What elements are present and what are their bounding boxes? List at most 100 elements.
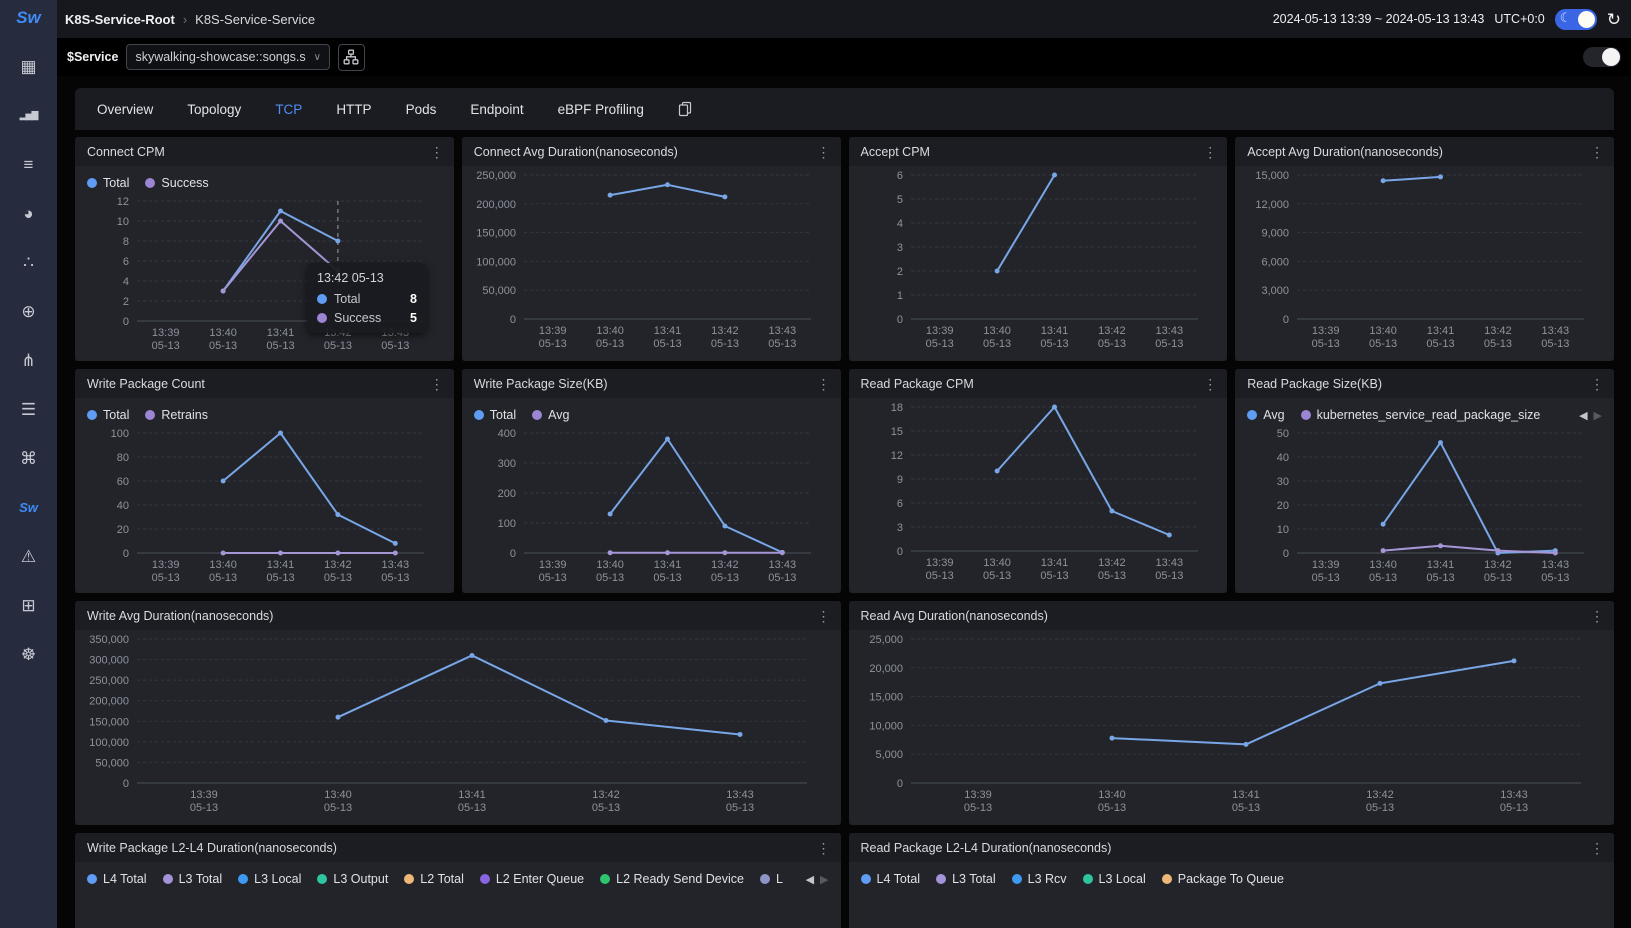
svg-text:13:40: 13:40 (1370, 325, 1398, 337)
svg-text:13:42: 13:42 (1484, 325, 1512, 337)
skywalking-logo[interactable]: Sw (16, 0, 41, 42)
svg-text:13:43: 13:43 (1155, 325, 1183, 337)
service-topology-button[interactable] (338, 44, 365, 71)
timezone[interactable]: UTC+0:0 (1494, 12, 1544, 26)
legend-item[interactable]: Avg (532, 408, 569, 422)
svg-text:05-13: 05-13 (726, 802, 754, 814)
svg-text:05-13: 05-13 (152, 572, 180, 584)
alert-icon: ⚠ (21, 547, 36, 567)
legend-item[interactable]: L3 Total (936, 872, 996, 886)
legend-next-icon[interactable]: ▶ (820, 873, 828, 886)
sidebar-item-alarm[interactable]: ⚠ (0, 532, 57, 581)
copy-dashboard-icon[interactable] (678, 101, 692, 117)
legend-prev-icon[interactable]: ◀ (806, 873, 814, 886)
svg-text:60: 60 (117, 476, 129, 488)
legend-item[interactable]: Retrains (145, 408, 208, 422)
sidebar-item-dashboard[interactable]: ▦ (0, 42, 57, 91)
service-variable-label: $Service (67, 50, 118, 64)
legend-item[interactable]: L (760, 872, 783, 886)
chart-card-write-package-count: Write Package Count⋮TotalRetrains0204060… (75, 369, 454, 593)
chart-card-read-package-cpm: Read Package CPM⋮036912151813:3905-1313:… (849, 369, 1228, 593)
database-layers-icon: ≡ (24, 155, 34, 175)
legend-item[interactable]: kubernetes_service_read_package_size (1301, 408, 1541, 422)
breadcrumb-current[interactable]: K8S-Service-Service (195, 12, 315, 27)
legend-item[interactable]: Success (145, 176, 208, 190)
legend-item[interactable]: L3 Local (1083, 872, 1146, 886)
legend-dot-icon (1301, 410, 1311, 420)
chart-menu-icon[interactable]: ⋮ (1590, 609, 1604, 623)
tab-overview[interactable]: Overview (97, 102, 153, 117)
legend-item[interactable]: Total (474, 408, 516, 422)
legend-item[interactable]: L3 Local (238, 872, 301, 886)
legend-item[interactable]: Package To Queue (1162, 872, 1284, 886)
svg-text:200,000: 200,000 (89, 696, 129, 708)
legend-item[interactable]: L3 Total (163, 872, 223, 886)
breadcrumb-root[interactable]: K8S-Service-Root (65, 12, 175, 27)
chart-menu-icon[interactable]: ⋮ (817, 609, 831, 623)
legend-item[interactable]: L3 Output (317, 872, 388, 886)
sidebar-item-cluster[interactable]: ⋔ (0, 336, 57, 385)
moon-icon: ☾ (1560, 10, 1572, 26)
legend-item[interactable]: L4 Total (861, 872, 921, 886)
svg-text:05-13: 05-13 (1541, 338, 1569, 350)
service-select[interactable]: skywalking-showcase::songs.s ∨ (126, 44, 330, 70)
dark-mode-toggle[interactable]: ☾ (1555, 9, 1597, 30)
sidebar-item-settings[interactable]: ☸ (0, 630, 57, 679)
aux-toggle[interactable] (1583, 47, 1621, 67)
chart-legend: Avg kubernetes_service_read_package_size ◀… (1247, 399, 1602, 425)
tab-ebpf-profiling[interactable]: eBPF Profiling (558, 102, 644, 117)
tab-pods[interactable]: Pods (406, 102, 437, 117)
legend-item[interactable]: L2 Ready Send Device (600, 872, 744, 886)
legend-item[interactable]: L4 Total (87, 872, 147, 886)
sidebar-item-bar-chart[interactable]: ▂▅▇ (0, 91, 57, 140)
tab-http[interactable]: HTTP (336, 102, 371, 117)
chart-menu-icon[interactable]: ⋮ (1203, 377, 1217, 391)
chart-plot: 05,00010,00015,00020,00025,00013:3905-13… (861, 631, 1593, 817)
chart-menu-icon[interactable]: ⋮ (1590, 841, 1604, 855)
legend-dot-icon (600, 874, 610, 884)
chart-menu-icon[interactable]: ⋮ (430, 377, 444, 391)
legend-item[interactable]: L2 Total (404, 872, 464, 886)
sidebar-item-scatter[interactable]: ∴ (0, 238, 57, 287)
sidebar-item-donut[interactable]: ◕ (0, 189, 57, 238)
legend-prev-icon[interactable]: ◀ (1579, 409, 1587, 422)
svg-text:05-13: 05-13 (925, 570, 953, 582)
chart-menu-icon[interactable]: ⋮ (430, 145, 444, 159)
tab-endpoint[interactable]: Endpoint (470, 102, 523, 117)
legend-item[interactable]: Avg (1247, 408, 1284, 422)
legend-item[interactable]: L3 Rcv (1012, 872, 1067, 886)
svg-text:13:40: 13:40 (596, 325, 624, 337)
chart-title: Connect CPM (87, 145, 165, 159)
sidebar-item-marketplace[interactable]: ⊞ (0, 581, 57, 630)
chart-menu-icon[interactable]: ⋮ (1203, 145, 1217, 159)
chart-menu-icon[interactable]: ⋮ (817, 145, 831, 159)
svg-text:13:41: 13:41 (267, 559, 295, 571)
legend-item[interactable]: Total (87, 176, 129, 190)
svg-text:3,000: 3,000 (1262, 285, 1290, 297)
tab-tcp[interactable]: TCP (275, 102, 302, 117)
sidebar-item-topology[interactable]: ⌘ (0, 434, 57, 483)
svg-text:12: 12 (890, 450, 902, 462)
chart-menu-icon[interactable]: ⋮ (817, 841, 831, 855)
sidebar-item-list[interactable]: ☰ (0, 385, 57, 434)
refresh-icon[interactable]: ↻ (1607, 11, 1621, 28)
bar-chart-icon: ▂▅▇ (20, 110, 38, 121)
chart-card-connect-cpm: Connect CPM⋮TotalSuccess02468101213:3905… (75, 137, 454, 361)
svg-text:50: 50 (1277, 428, 1289, 440)
chart-plot: 0102030405013:3905-1313:4005-1313:4105-1… (1247, 425, 1596, 587)
chart-menu-icon[interactable]: ⋮ (1590, 377, 1604, 391)
legend-item[interactable]: L2 Enter Queue (480, 872, 584, 886)
svg-text:13:43: 13:43 (382, 559, 410, 571)
sidebar-item-database[interactable]: ≡ (0, 140, 57, 189)
tab-topology[interactable]: Topology (187, 102, 241, 117)
sidebar-item-globe[interactable]: ⊕ (0, 287, 57, 336)
chart-menu-icon[interactable]: ⋮ (817, 377, 831, 391)
time-range[interactable]: 2024-05-13 13:39 ~ 2024-05-13 13:43 (1273, 12, 1485, 26)
legend-dot-icon (87, 178, 97, 188)
svg-text:13:39: 13:39 (190, 789, 218, 801)
legend-item[interactable]: Total (87, 408, 129, 422)
chart-menu-icon[interactable]: ⋮ (1590, 145, 1604, 159)
sidebar-item-skywalking[interactable]: Sw (0, 483, 57, 532)
svg-text:05-13: 05-13 (653, 338, 681, 350)
legend-next-icon[interactable]: ▶ (1594, 409, 1602, 422)
